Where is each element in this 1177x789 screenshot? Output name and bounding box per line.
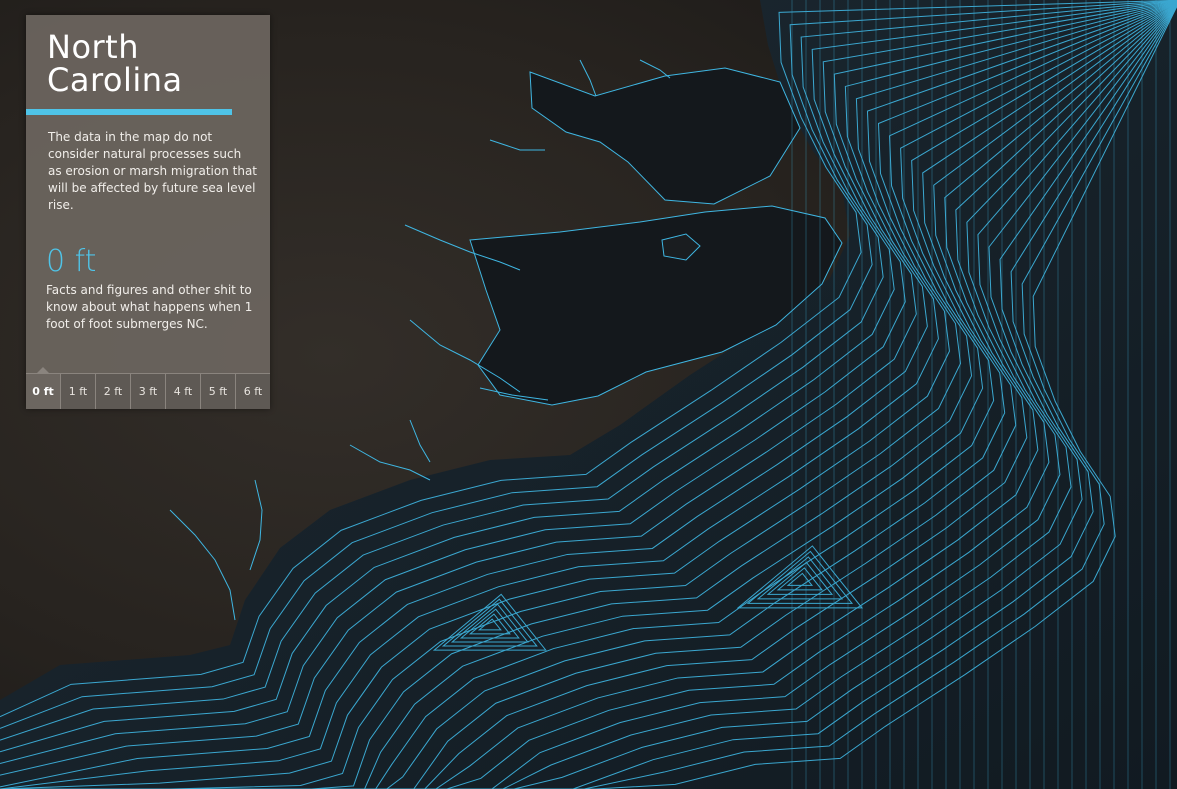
tab-2ft[interactable]: 2 ft (96, 374, 131, 409)
info-panel: North Carolina The data in the map do no… (26, 15, 270, 409)
tab-0ft[interactable]: 0 ft (26, 367, 61, 409)
map-disclaimer: The data in the map do not consider natu… (48, 130, 257, 212)
level-facts: Facts and figures and other shit to know… (46, 283, 253, 331)
tab-4ft[interactable]: 4 ft (166, 374, 201, 409)
title-line-2: Carolina (47, 61, 183, 99)
tab-6ft[interactable]: 6 ft (236, 374, 270, 409)
state-title: North Carolina (47, 31, 183, 97)
tab-5ft[interactable]: 5 ft (201, 374, 236, 409)
title-accent-bar (26, 109, 232, 115)
current-sea-level: 0 ft (46, 244, 97, 279)
tab-1ft[interactable]: 1 ft (61, 374, 96, 409)
sea-level-selector: 0 ft 1 ft 2 ft 3 ft 4 ft 5 ft 6 ft (26, 367, 270, 410)
tab-3ft[interactable]: 3 ft (131, 374, 166, 409)
